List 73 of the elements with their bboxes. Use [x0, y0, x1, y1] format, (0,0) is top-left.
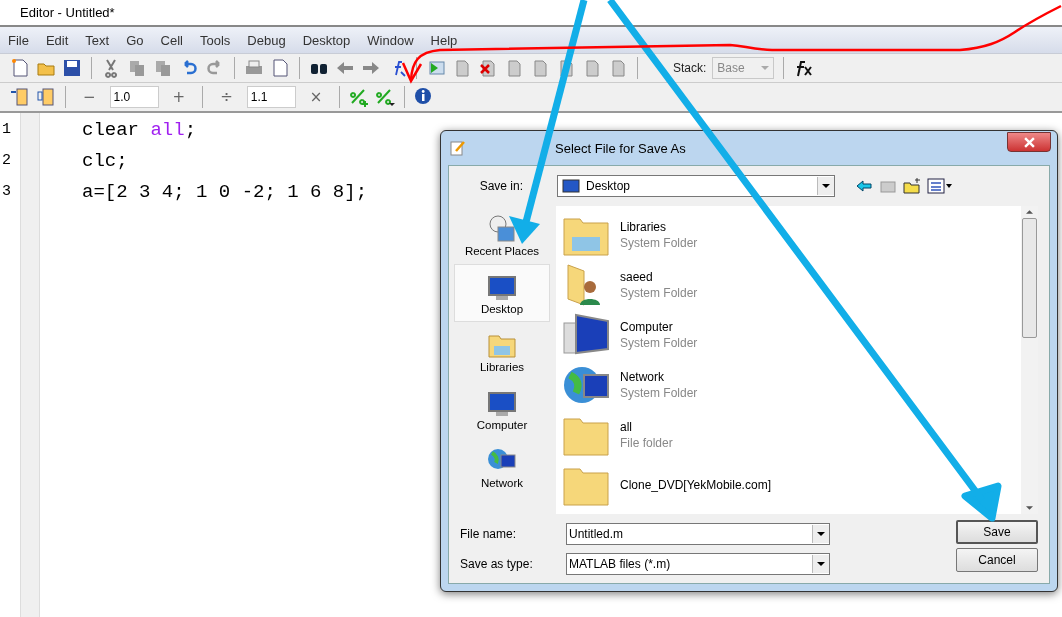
code-line: clc; [82, 149, 128, 174]
menu-item[interactable]: Window [359, 32, 423, 48]
file-type: File folder [620, 435, 673, 451]
menu-item[interactable]: File [0, 32, 38, 48]
file-name[interactable]: Clone_DVD[YekMobile.com] [620, 477, 771, 493]
recent-places-icon [486, 213, 518, 245]
line-number: 2 [2, 151, 12, 171]
places-item[interactable]: Network [454, 438, 550, 496]
close-icon [1023, 136, 1035, 148]
menu-item[interactable]: Debug [239, 32, 295, 48]
dropdown-caret-icon [822, 184, 830, 188]
scroll-up-icon[interactable] [1026, 210, 1033, 214]
menu-item[interactable]: Cell [152, 32, 192, 48]
menu-item[interactable]: Go [118, 32, 153, 48]
code-line: clear all; [82, 118, 197, 143]
page-delete-icon[interactable] [478, 58, 498, 78]
menu-item[interactable]: Text [77, 32, 119, 48]
dropdown-caret-icon [817, 532, 825, 536]
window-title: Editor - Untitled* [20, 5, 115, 20]
copy-icon[interactable] [127, 58, 147, 78]
file-type: System Folder [620, 285, 698, 301]
save-in-dropdown[interactable]: Desktop [557, 175, 835, 197]
file-name[interactable]: all [620, 419, 673, 435]
file-type-dropdown[interactable]: MATLAB files (*.m) [566, 553, 830, 575]
number-field[interactable]: 1.1 [246, 86, 296, 108]
scroll-down-icon[interactable] [1026, 506, 1033, 510]
places-item[interactable]: Recent Places [454, 206, 550, 264]
code-line: a=[2 3 4; 1 0 -2; 1 6 8]; [82, 180, 368, 205]
line-number: 3 [2, 182, 12, 202]
cancel-button[interactable]: Cancel [956, 548, 1038, 572]
stack-label: Stack: [673, 61, 707, 75]
percent-plus-icon[interactable] [349, 87, 370, 107]
file-name-field[interactable]: Untitled.m [566, 523, 830, 545]
file-name[interactable]: Computer [620, 319, 698, 335]
file-name[interactable]: saeed [620, 269, 698, 285]
multiply-button[interactable]: × [301, 88, 331, 106]
monitor-icon [562, 179, 580, 193]
menu-item[interactable]: Edit [37, 32, 78, 48]
dropdown-caret-icon [817, 562, 825, 566]
page-dropdown-icon[interactable] [270, 58, 290, 78]
file-name[interactable]: Network [620, 369, 698, 385]
save-icon[interactable] [62, 58, 82, 78]
save-button[interactable]: Save [956, 520, 1038, 544]
menu-item[interactable]: Desktop [294, 32, 360, 48]
places-item[interactable]: Desktop [454, 264, 550, 322]
divide-button[interactable]: ÷ [212, 88, 241, 106]
close-button[interactable] [1007, 132, 1051, 152]
dropdown-caret-icon [761, 66, 770, 70]
places-item[interactable]: Libraries [454, 322, 550, 380]
file-type: System Folder [620, 235, 698, 251]
number-field[interactable]: 1.0 [109, 86, 159, 108]
file-name-label: File name: [459, 527, 518, 541]
save-in-label: Save in: [478, 179, 523, 193]
file-type: System Folder [620, 335, 698, 351]
view-menu-icon[interactable] [927, 177, 953, 195]
menu-item[interactable]: Help [422, 32, 467, 48]
new-file-icon[interactable] [10, 58, 30, 78]
percent-icon[interactable] [375, 87, 396, 107]
insert-cell-icon[interactable] [10, 87, 30, 107]
cell-icon[interactable] [36, 87, 56, 107]
notepad-pencil-icon [449, 139, 467, 157]
dialog-title: Select File for Save As [554, 140, 687, 156]
back-arrow-icon[interactable] [855, 177, 873, 195]
file-name[interactable]: Libraries [620, 219, 698, 235]
increment-button[interactable]: + [164, 88, 194, 106]
places-item[interactable]: Computer [454, 380, 550, 438]
new-folder-icon[interactable] [903, 177, 921, 195]
run-icon[interactable] [426, 58, 446, 78]
decrement-button[interactable]: − [75, 88, 104, 106]
file-type-label: Save as type: [459, 557, 534, 571]
line-number: 1 [2, 120, 12, 140]
file-type: System Folder [620, 385, 698, 401]
menu-item[interactable]: Tools [191, 32, 240, 48]
